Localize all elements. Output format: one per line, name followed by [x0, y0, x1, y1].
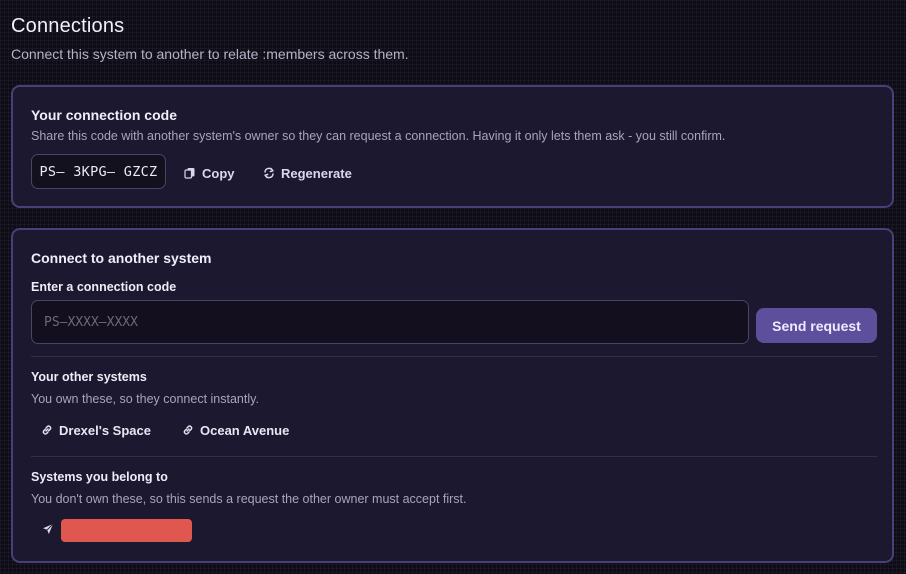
connection-code-title: Your connection code — [31, 107, 177, 123]
own-systems-description: You own these, so they connect instantly… — [31, 392, 259, 406]
send-request-button[interactable]: Send request — [756, 308, 877, 343]
refresh-icon — [264, 167, 274, 179]
own-systems-heading: Your other systems — [31, 370, 147, 384]
own-system-label: Drexel's Space — [59, 422, 151, 438]
link-icon — [183, 425, 193, 435]
page-title: Connections — [11, 15, 125, 37]
redacted-system-name[interactable] — [61, 519, 192, 542]
regenerate-button[interactable]: Regenerate — [263, 163, 352, 183]
link-icon — [42, 425, 52, 435]
page-subtitle: Connect this system to another to relate… — [11, 46, 409, 62]
regenerate-button-label: Regenerate — [281, 165, 352, 181]
divider — [31, 356, 877, 357]
connection-code-input[interactable] — [31, 300, 749, 344]
member-systems-heading: Systems you belong to — [31, 470, 168, 484]
copy-button-label: Copy — [202, 165, 235, 181]
copy-button[interactable]: Copy — [184, 163, 235, 183]
connection-code-card: Your connection code Share this code wit… — [11, 85, 894, 208]
send-icon[interactable] — [42, 523, 54, 535]
connection-code-field-label: Enter a connection code — [31, 280, 177, 294]
connection-code-description: Share this code with another system's ow… — [31, 129, 726, 143]
divider — [31, 456, 877, 457]
connect-card-title: Connect to another system — [31, 250, 212, 266]
member-systems-description: You don't own these, so this sends a req… — [31, 492, 467, 506]
own-system-link[interactable]: Ocean Avenue — [182, 422, 289, 438]
own-system-link[interactable]: Drexel's Space — [41, 422, 151, 438]
copy-icon — [184, 168, 195, 179]
connect-card: Connect to another system Enter a connec… — [11, 228, 894, 563]
own-system-label: Ocean Avenue — [200, 422, 290, 438]
connection-code-value: PS– 3KPG– GZCZ — [31, 154, 166, 189]
